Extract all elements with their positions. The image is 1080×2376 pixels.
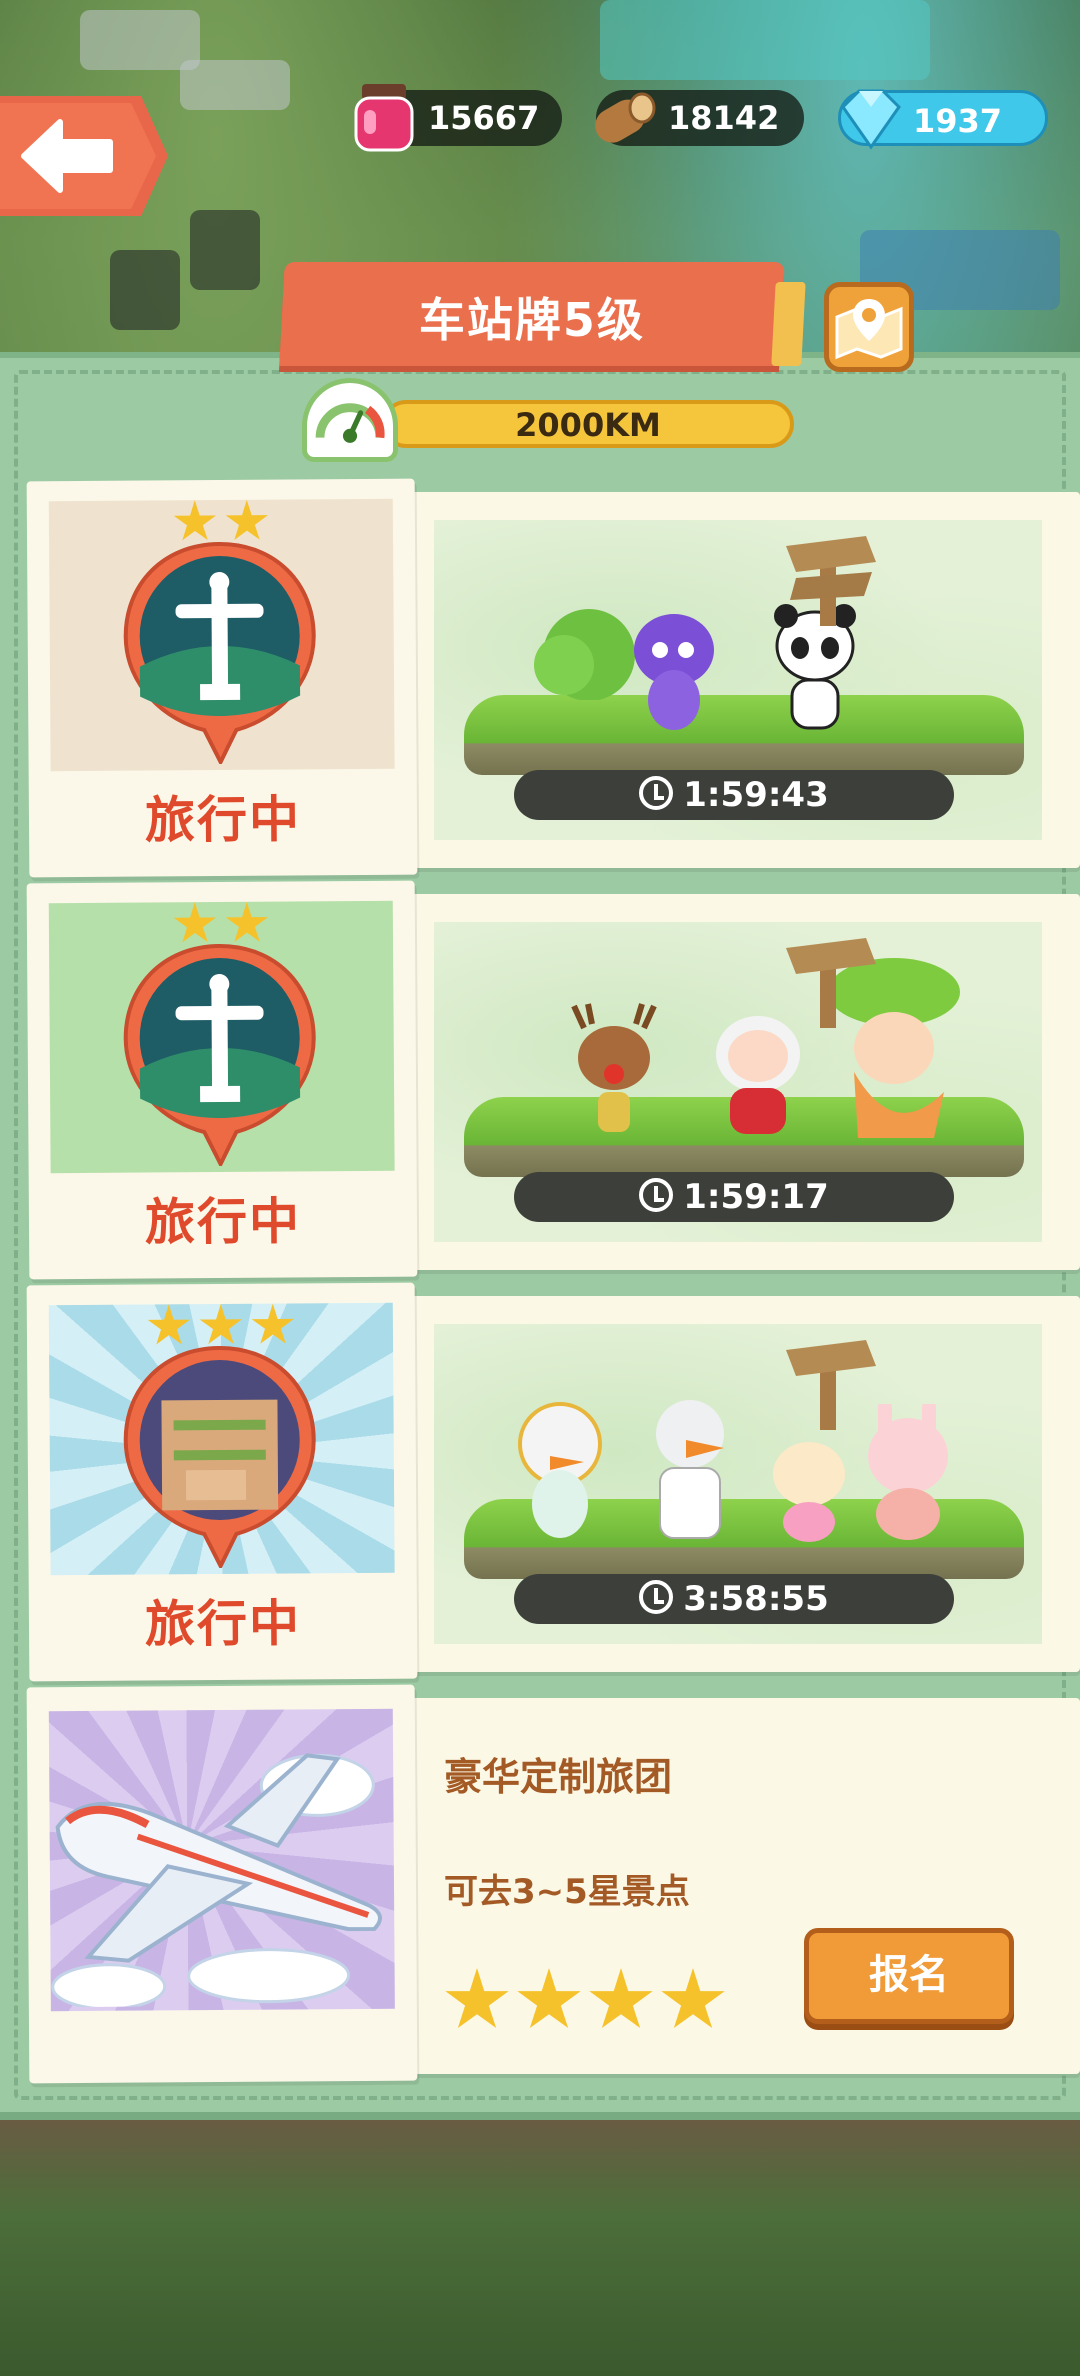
jam-counter: 15667 xyxy=(354,84,562,152)
map-button[interactable] xyxy=(824,282,914,372)
reindeer-character-icon xyxy=(571,1003,657,1132)
distance-bar: 2000KM xyxy=(302,378,794,462)
tour-description: 可去3~5星景点 xyxy=(444,1872,690,1912)
bg-bench xyxy=(180,60,290,110)
diamond-icon xyxy=(841,89,901,150)
star-icon xyxy=(661,1968,725,2029)
bunny-character-icon xyxy=(773,1442,845,1542)
scientist-character-icon xyxy=(656,1400,724,1539)
wood-log-icon xyxy=(595,92,656,143)
white-bird-character-icon xyxy=(518,1402,602,1538)
trip-timer: 3:58:55 xyxy=(514,1574,954,1624)
tour-name: 豪华定制旅团 xyxy=(444,1755,673,1799)
gem-value: 1937 xyxy=(913,102,1003,140)
wood-counter: 18142 xyxy=(595,90,804,146)
tour-photo xyxy=(26,1684,418,2084)
title-banner: 车站牌5级 xyxy=(279,262,785,366)
game-background-bottom xyxy=(0,2110,1080,2376)
trip-scene: 1:59:43 xyxy=(400,492,1080,868)
clock-icon xyxy=(639,1178,674,1212)
wood-value: 18142 xyxy=(668,99,780,137)
trip-card-1[interactable]: 1:59:43 旅行中 xyxy=(26,478,1080,878)
speedometer-icon xyxy=(302,378,398,462)
bg-pool xyxy=(600,0,930,80)
signpost-icon xyxy=(786,536,876,626)
distance-fill: 2000KM xyxy=(382,400,794,448)
christ-statue-pin-icon xyxy=(123,542,316,765)
clock-icon xyxy=(639,776,674,810)
destination-photo: 旅行中 xyxy=(26,1282,418,1682)
bg-bench xyxy=(80,10,200,70)
tour-info: 豪华定制旅团 可去3~5星景点 报名 xyxy=(400,1698,1080,2074)
distance-label: 2000KM xyxy=(515,406,661,444)
trip-card-3[interactable]: 3:58:55 旅行中 xyxy=(26,1282,1080,1682)
trip-scene: 3:58:55 xyxy=(400,1296,1080,1672)
star-icon xyxy=(589,1968,653,2029)
trip-scene: 1:59:17 xyxy=(400,894,1080,1270)
hanging-gardens-pin-icon xyxy=(123,1346,316,1569)
trip-timer: 1:59:17 xyxy=(514,1172,954,1222)
signpost-icon xyxy=(786,1340,876,1430)
grass-island xyxy=(464,695,1024,775)
timer-text: 3:58:55 xyxy=(683,1579,829,1619)
airplane-icon xyxy=(51,1753,382,2008)
trip-status: 旅行中 xyxy=(144,1594,302,1654)
trip-status: 旅行中 xyxy=(144,790,302,850)
trip-timer: 1:59:43 xyxy=(514,770,954,820)
clock-icon xyxy=(639,1580,674,1614)
tour-stars xyxy=(444,1968,732,2038)
trip-card-2[interactable]: 1:59:17 旅行中 xyxy=(26,880,1080,1280)
back-button[interactable] xyxy=(0,96,168,216)
timer-text: 1:59:17 xyxy=(683,1177,829,1217)
purple-character-icon xyxy=(634,614,714,730)
arrow-left-icon xyxy=(21,119,113,193)
map-pin-icon xyxy=(835,299,903,360)
destination-photo: 旅行中 xyxy=(26,478,418,878)
trip-status: 旅行中 xyxy=(144,1192,302,1252)
signpost-icon xyxy=(786,938,876,1028)
bg-chair xyxy=(110,250,180,330)
luxury-tour-card: 豪华定制旅团 可去3~5星景点 报名 xyxy=(26,1684,1080,2084)
gem-counter[interactable]: 1937 xyxy=(838,89,1048,150)
star-icon xyxy=(517,1968,581,2029)
jam-jar-icon xyxy=(354,84,414,152)
bg-chair xyxy=(190,210,260,290)
jam-value: 15667 xyxy=(428,99,540,137)
christ-statue-pin-icon xyxy=(123,944,316,1167)
page-title: 车站牌5级 xyxy=(418,293,645,347)
star-icon xyxy=(445,1968,509,2029)
signup-button[interactable]: 报名 xyxy=(804,1928,1014,2024)
timer-text: 1:59:43 xyxy=(683,775,829,815)
destination-photo: 旅行中 xyxy=(26,880,418,1280)
